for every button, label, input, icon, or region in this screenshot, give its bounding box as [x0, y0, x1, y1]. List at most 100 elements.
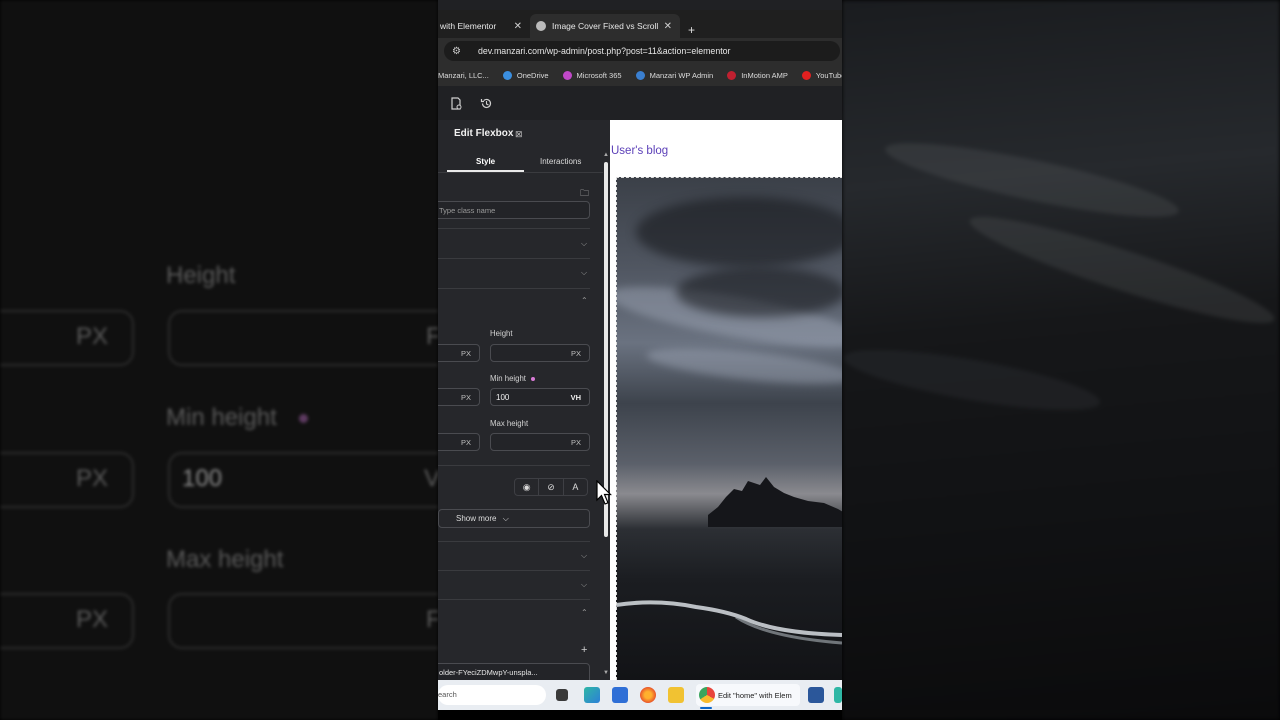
close-icon[interactable]: ✕	[664, 21, 672, 32]
windows-taskbar: earch Edit "home" with Elem	[438, 680, 842, 710]
eye-icon[interactable]: ◉	[515, 479, 540, 495]
screen: Height PX F Min height PX 100 V Max heig…	[0, 0, 1280, 720]
new-tab-button[interactable]: +	[688, 23, 695, 37]
unit-selector[interactable]: VH	[571, 393, 581, 402]
min-height-field[interactable]: 100 VH	[490, 388, 590, 406]
min-height-value: 100	[496, 393, 510, 402]
bg-trunc: F	[426, 606, 438, 633]
bg-height-label: Height	[166, 262, 236, 289]
chevron-up-icon[interactable]: ⌃	[581, 608, 588, 617]
bg-dot	[298, 414, 308, 424]
file-explorer-icon[interactable]	[668, 687, 684, 703]
unit-selector[interactable]: PX	[461, 438, 471, 447]
bookmark-microsoft-365[interactable]: Microsoft 365	[562, 70, 622, 80]
close-icon[interactable]: ✕	[514, 21, 522, 32]
height-field[interactable]: PX	[490, 344, 590, 362]
bookmark-label: Manzari, LLC...	[438, 70, 489, 80]
width-field[interactable]: PX	[438, 344, 480, 362]
bookmark-inmotion[interactable]: InMotion AMP	[727, 70, 788, 80]
max-width-field[interactable]: PX	[438, 433, 480, 451]
bookmark-wp-admin[interactable]: Manzari WP Admin	[635, 70, 714, 80]
site-title[interactable]: User's blog	[611, 145, 668, 157]
taskbar-chrome-window[interactable]: Edit "home" with Elem	[696, 684, 800, 706]
page-settings-icon[interactable]	[449, 97, 463, 111]
bg-field	[168, 310, 438, 366]
eye-off-icon[interactable]: ⊘	[539, 479, 564, 495]
min-height-label: Min height	[490, 374, 535, 383]
selected-container-outline	[616, 177, 842, 680]
show-more-label: Show more	[456, 514, 497, 523]
edge-icon[interactable]	[584, 687, 600, 703]
background-image-field[interactable]: older-FYeciZDMwpY-unspla...	[438, 663, 590, 680]
class-name-input[interactable]: Type class name	[438, 201, 590, 219]
inmotion-icon	[727, 70, 737, 80]
address-bar[interactable]: ⚙ dev.manzari.com/wp-admin/post.php?post…	[444, 41, 840, 61]
chevron-up-icon[interactable]: ⌃	[581, 296, 588, 305]
word-icon[interactable]	[808, 687, 824, 703]
class-name-placeholder: Type class name	[439, 206, 496, 215]
app-icon[interactable]	[834, 687, 842, 703]
task-view-icon[interactable]	[556, 689, 568, 701]
taskbar-search[interactable]: earch	[438, 685, 546, 705]
microsoft-365-icon	[562, 70, 572, 80]
bg-field	[0, 452, 134, 508]
divider	[438, 465, 590, 466]
bg-unit: PX	[76, 606, 109, 633]
class-manager-icon[interactable]: 🗀	[580, 186, 589, 202]
max-height-field[interactable]: PX	[490, 433, 590, 451]
unit-selector[interactable]: PX	[571, 438, 581, 447]
scroll-down-icon[interactable]: ▼	[603, 670, 609, 676]
bg-unit: PX	[76, 465, 109, 492]
globe-icon	[536, 21, 546, 31]
store-icon[interactable]	[612, 687, 628, 703]
bookmark-onedrive[interactable]: OneDrive	[502, 70, 549, 80]
tab-interactions[interactable]: Interactions	[540, 157, 581, 166]
scroll-up-icon[interactable]: ▲	[603, 152, 609, 158]
window-label: Edit "home" with Elem	[718, 691, 792, 700]
chevron-down-icon[interactable]: ⌵	[581, 239, 587, 249]
divider	[438, 258, 590, 259]
divider	[438, 228, 590, 229]
site-settings-icon[interactable]: ⚙	[452, 46, 470, 57]
bookmark-youtube[interactable]: YouTube	[801, 70, 842, 80]
unit-selector[interactable]: PX	[461, 349, 471, 358]
tab-style[interactable]: Style	[476, 157, 495, 166]
mouse-cursor-icon	[596, 480, 612, 505]
browser-window: with Elementor ✕ Image Cover Fixed vs Sc…	[438, 0, 842, 720]
auto-icon[interactable]: A	[564, 479, 587, 495]
cloud-icon	[502, 70, 512, 80]
bg-cloud	[842, 337, 1104, 423]
bg-cloud	[963, 201, 1280, 339]
history-icon[interactable]	[479, 97, 493, 111]
bookmark-label: Microsoft 365	[576, 70, 622, 80]
panel-scrollbar[interactable]: ▲ ▼	[602, 152, 610, 680]
chevron-down-icon[interactable]: ⌵	[581, 580, 587, 590]
unit-selector[interactable]: PX	[571, 349, 581, 358]
bookmark-manzari[interactable]: Manzari, LLC...	[438, 71, 489, 80]
active-indicator	[700, 707, 712, 709]
min-height-text: Min height	[490, 374, 526, 383]
url-text: dev.manzari.com/wp-admin/post.php?post=1…	[478, 46, 731, 56]
bg-min-height-label: Min height	[166, 404, 308, 432]
bookmark-label: YouTube	[815, 70, 842, 80]
browser-tab-image-cover[interactable]: Image Cover Fixed vs Scroll ✕	[530, 14, 680, 38]
search-placeholder: earch	[438, 690, 457, 699]
chevron-down-icon[interactable]: ⌵	[581, 268, 587, 278]
min-width-field[interactable]: PX	[438, 388, 480, 406]
chrome-icon	[699, 687, 715, 703]
bg-min-height-text: Min height	[166, 404, 277, 431]
browser-tab-elementor[interactable]: with Elementor ✕	[438, 14, 526, 38]
bottom-bar	[438, 710, 842, 720]
blurred-background-left: Height PX F Min height PX 100 V Max heig…	[0, 0, 438, 720]
firefox-icon[interactable]	[640, 687, 656, 703]
bg-value: 100	[182, 465, 223, 492]
add-icon[interactable]: +	[581, 644, 587, 656]
address-bar-row: ⚙ dev.manzari.com/wp-admin/post.php?post…	[438, 38, 842, 64]
chevron-down-icon[interactable]: ⌵	[581, 551, 587, 561]
bookmark-label: Manzari WP Admin	[649, 70, 714, 80]
divider	[438, 541, 590, 542]
bg-trunc: V	[424, 465, 438, 492]
bg-max-height-label: Max height	[166, 546, 284, 573]
show-more-button[interactable]: Show more ⌵	[438, 509, 590, 528]
unit-selector[interactable]: PX	[461, 393, 471, 402]
